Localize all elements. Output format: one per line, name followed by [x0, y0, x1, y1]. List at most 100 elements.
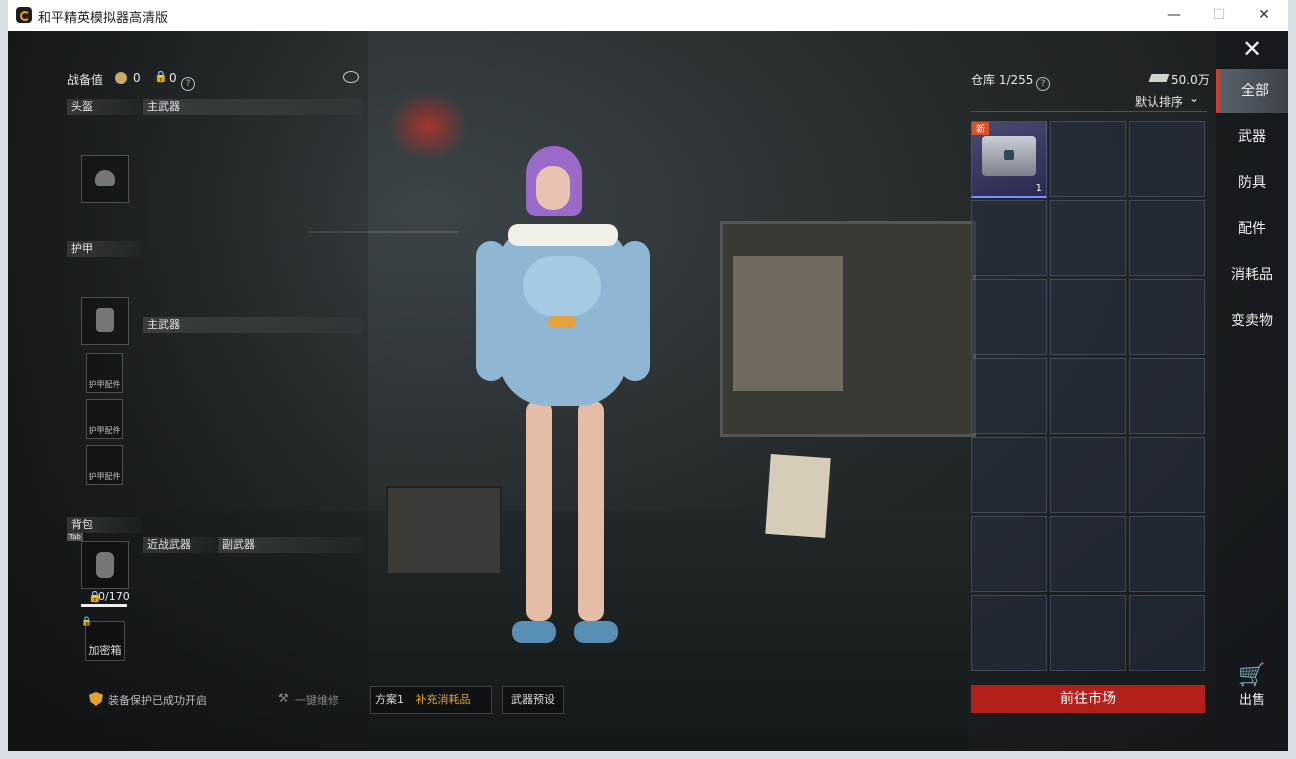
- helmet-header: 头盔: [67, 99, 141, 115]
- tab-weapons[interactable]: 武器: [1216, 115, 1288, 159]
- supply-crate-icon: [982, 136, 1036, 176]
- lock-icon: 🔒: [154, 70, 168, 83]
- armor-part-slot-3[interactable]: 护甲配件: [86, 445, 123, 485]
- backpack-header: 背包: [67, 517, 141, 533]
- warehouse-empty-cell[interactable]: [971, 516, 1047, 592]
- scene-red-light: [388, 91, 468, 161]
- warehouse-empty-cell[interactable]: [1050, 358, 1126, 434]
- tab-armor[interactable]: 防具: [1216, 161, 1288, 205]
- character-shoe-right: [574, 621, 618, 643]
- warehouse-empty-cell[interactable]: [1050, 516, 1126, 592]
- warehouse-empty-cell[interactable]: [1129, 437, 1205, 513]
- category-tabs: ✕ 全部 武器 防具 配件 消耗品 变卖物 🛒 出售: [1216, 31, 1288, 751]
- warehouse-empty-cell[interactable]: [1050, 200, 1126, 276]
- plan-label: 方案1: [375, 693, 404, 706]
- character-bow: [548, 316, 576, 328]
- sort-dropdown[interactable]: 默认排序: [1135, 93, 1183, 110]
- safe-box-label: 加密箱: [88, 644, 122, 657]
- armor-part-slot-1[interactable]: 护甲配件: [86, 353, 123, 393]
- backpack-capacity: 0/170: [98, 590, 130, 603]
- warehouse-empty-cell[interactable]: [1050, 595, 1126, 671]
- secondary-weapon-header: 副武器: [218, 537, 362, 553]
- warehouse-empty-cell[interactable]: [1129, 279, 1205, 355]
- money-icon: [1148, 74, 1170, 82]
- armor-part-label: 护甲配件: [88, 472, 121, 481]
- backpack-capacity-bar: [81, 604, 127, 607]
- warehouse-title: 仓库 1/255: [971, 73, 1034, 87]
- warehouse-money: 50.0万: [1171, 73, 1210, 87]
- maximize-button[interactable]: ☐: [1201, 3, 1237, 27]
- armor-vest-icon: [96, 308, 114, 332]
- armor-header: 护甲: [67, 241, 141, 257]
- warehouse-grid: 新 1: [971, 121, 1207, 677]
- window-close-button[interactable]: ✕: [1246, 3, 1282, 27]
- primary-weapon-header-1: 主武器: [143, 99, 362, 115]
- warehouse-help-icon[interactable]: ?: [1036, 71, 1050, 91]
- character-leg-right: [578, 401, 604, 621]
- primary-weapon-header-2: 主武器: [143, 317, 362, 333]
- lock-value: 0: [169, 71, 177, 85]
- combat-value-label: 战备值: [67, 73, 104, 87]
- backpack-icon: [96, 552, 114, 578]
- character-hippo-print: [523, 256, 601, 316]
- warehouse-empty-cell[interactable]: [1050, 437, 1126, 513]
- chevron-down-icon[interactable]: ⌄: [1189, 91, 1199, 105]
- tab-all[interactable]: 全部: [1216, 69, 1288, 113]
- warehouse-empty-cell[interactable]: [971, 595, 1047, 671]
- weapon-preset-button[interactable]: 武器预设: [502, 686, 564, 714]
- warehouse-item-supply-crate[interactable]: 新 1: [971, 121, 1047, 198]
- supply-consumables-button[interactable]: 补充消耗品: [416, 693, 471, 706]
- minimize-button[interactable]: —: [1156, 3, 1192, 27]
- warehouse-empty-cell[interactable]: [971, 358, 1047, 434]
- warehouse-empty-cell[interactable]: [1129, 595, 1205, 671]
- armor-part-slot-2[interactable]: 护甲配件: [86, 399, 123, 439]
- helmet-icon: [95, 170, 115, 186]
- item-quantity: 1: [1035, 183, 1042, 194]
- game-close-icon[interactable]: ✕: [1216, 31, 1288, 67]
- scene-paper-sign: [765, 454, 831, 538]
- warehouse-empty-cell[interactable]: [971, 200, 1047, 276]
- tab-consumables[interactable]: 消耗品: [1216, 253, 1288, 297]
- combat-value: 0: [133, 71, 141, 85]
- new-badge: 新: [972, 122, 990, 135]
- window-titlebar: 和平精英模拟器高清版 — ☐ ✕: [8, 0, 1288, 32]
- warehouse-empty-cell[interactable]: [1050, 279, 1126, 355]
- warehouse-divider: [971, 111, 1207, 112]
- backpack-tab-hint: Tab: [67, 533, 83, 541]
- helmet-slot[interactable]: [81, 155, 129, 203]
- tab-attachments[interactable]: 配件: [1216, 207, 1288, 251]
- scene-map: [733, 256, 843, 391]
- melee-header: 近战武器: [143, 537, 217, 553]
- warehouse-empty-cell[interactable]: [1050, 121, 1126, 197]
- sell-button[interactable]: 出售: [1216, 691, 1288, 711]
- go-to-market-button[interactable]: 前往市场: [971, 685, 1205, 713]
- warehouse-empty-cell[interactable]: [1129, 200, 1205, 276]
- warehouse-empty-cell[interactable]: [1129, 121, 1205, 197]
- backpack-slot[interactable]: [81, 541, 129, 589]
- game-viewport: 战备值 0 🔒 0 ? 头盔 主武器 护甲 主武器 护甲配件 护甲配件 护甲配件…: [8, 31, 1288, 751]
- help-icon[interactable]: ?: [181, 71, 195, 91]
- plan-box[interactable]: 方案1 补充消耗品: [370, 686, 492, 714]
- equipment-protect-status: 装备保护已成功开启: [108, 694, 207, 707]
- character-face: [536, 166, 570, 210]
- repair-icon: ⚒: [278, 691, 289, 705]
- eye-icon[interactable]: [343, 71, 359, 83]
- safe-box-slot[interactable]: 加密箱: [85, 621, 125, 661]
- armor-slot[interactable]: [81, 297, 129, 345]
- armor-part-label: 护甲配件: [88, 426, 121, 435]
- window-title: 和平精英模拟器高清版: [38, 11, 169, 26]
- coin-icon: [115, 72, 127, 84]
- character-shoe-left: [512, 621, 556, 643]
- character-model[interactable]: [468, 146, 658, 656]
- character-leg-left: [526, 401, 552, 621]
- repair-all-button[interactable]: 一键维修: [295, 692, 339, 708]
- warehouse-empty-cell[interactable]: [971, 279, 1047, 355]
- armor-part-label: 护甲配件: [88, 380, 121, 389]
- left-panel-shade: [8, 31, 368, 751]
- warehouse-empty-cell[interactable]: [1129, 516, 1205, 592]
- cart-icon[interactable]: 🛒: [1216, 661, 1288, 691]
- app-logo-icon: [16, 7, 32, 23]
- warehouse-empty-cell[interactable]: [1129, 358, 1205, 434]
- warehouse-empty-cell[interactable]: [971, 437, 1047, 513]
- tab-sellables[interactable]: 变卖物: [1216, 299, 1288, 343]
